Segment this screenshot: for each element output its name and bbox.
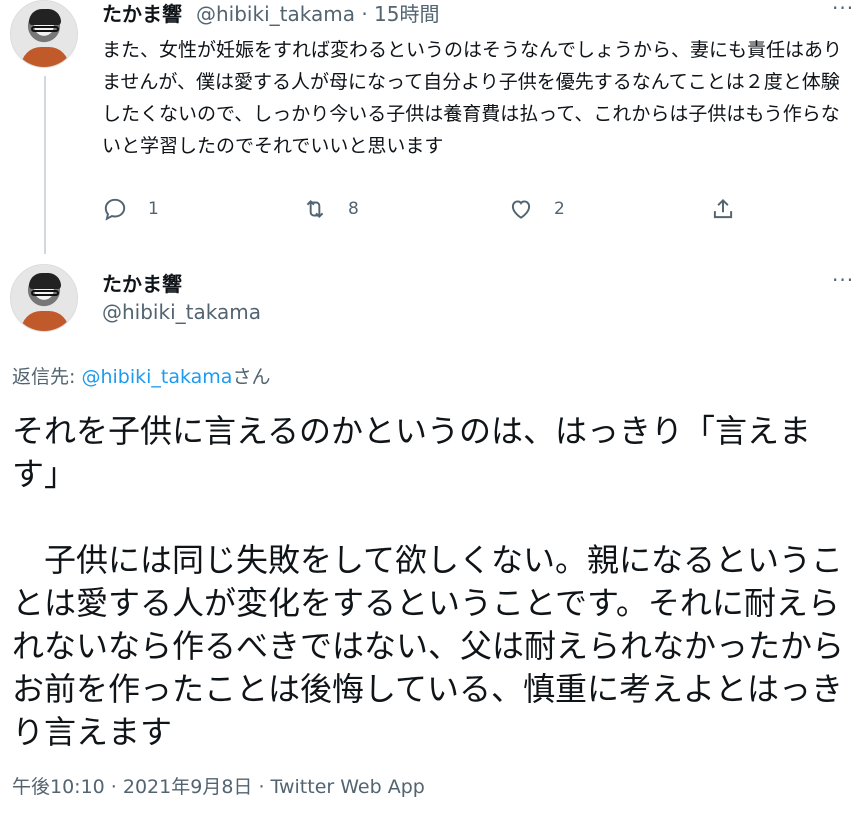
avatar-glasses [31,290,59,296]
thread-line [44,76,46,254]
tweet-text: また、女性が妊娠をすれば変わるというのはそうなんでしょうから、妻にも責任はありま… [102,39,843,157]
dot-separator: · [361,2,368,26]
avatar-glasses [31,26,59,32]
author-name[interactable]: たかま響 [102,268,182,297]
avatar-body [21,311,69,331]
retweet-count: 8 [348,199,359,219]
reply-icon [104,198,126,221]
retweet-icon [306,200,324,218]
author-handle[interactable]: @hibiki_takama [102,300,261,324]
share-button[interactable] [710,196,736,222]
tweet-meta[interactable]: 午後10:10 · 2021年9月8日 · Twitter Web App [12,772,425,799]
like-button[interactable]: 2 [508,196,565,222]
like-icon [511,200,531,219]
avatar[interactable] [10,0,78,68]
reply-count: 1 [148,199,159,219]
tweet-time: 15時間 [374,2,440,26]
author-name[interactable]: たかま響 [102,0,182,27]
reply-to-suffix: さん [232,366,271,388]
like-count: 2 [554,199,565,219]
reply-to-label: 返信先: [12,366,82,388]
more-icon[interactable]: ··· [832,0,854,20]
retweet-button[interactable]: 8 [302,196,359,222]
reply-to-line: 返信先: @hibiki_takamaさん [12,362,270,389]
reply-button[interactable]: 1 [102,196,159,222]
avatar-body [21,47,69,67]
avatar-hair [29,9,61,25]
tweet-actions: 1 8 2 [102,196,742,230]
reply-to-mention-link[interactable]: @hibiki_takama [81,366,232,388]
more-icon[interactable]: ··· [832,268,854,292]
avatar-hair [29,273,61,289]
tweet-text: それを子供に言えるのかというのは、はっきり「言えます」 子供には同じ失敗をして欲… [12,412,845,751]
avatar[interactable] [10,264,78,332]
author-handle-time[interactable]: @hibiki_takama · 15時間 [196,0,439,27]
author-handle: @hibiki_takama [196,2,355,26]
share-icon [713,198,733,219]
